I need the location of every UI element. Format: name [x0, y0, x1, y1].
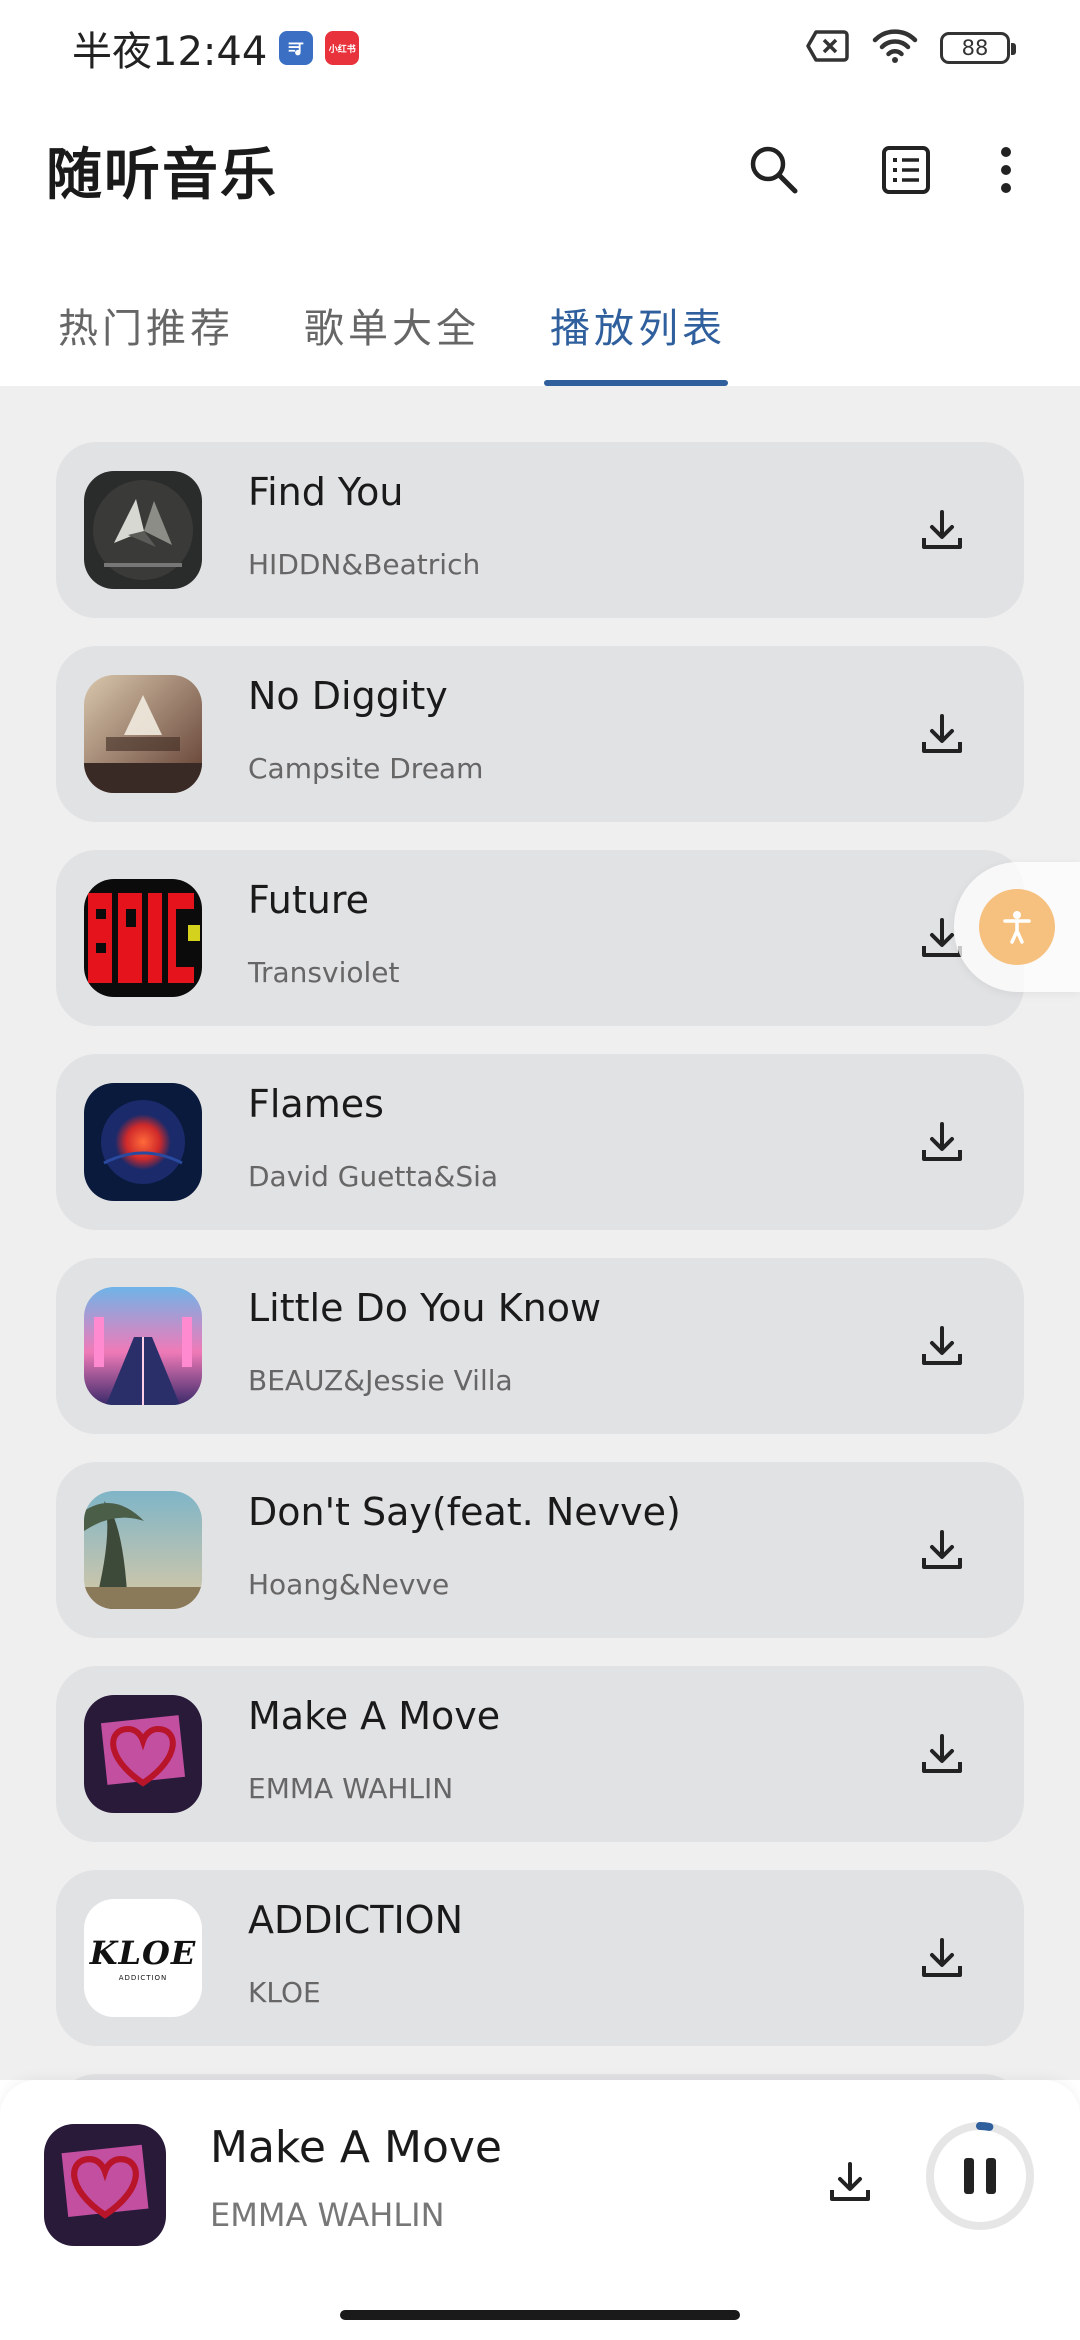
download-icon: [922, 510, 962, 549]
song-item[interactable]: Flames David Guetta&Sia: [56, 1054, 1024, 1230]
download-icon: [922, 1530, 962, 1569]
battery-icon: 88: [940, 32, 1016, 64]
playlist-button[interactable]: [868, 132, 944, 208]
song-artist: Transviolet: [248, 956, 400, 989]
song-artist: BEAUZ&Jessie Villa: [248, 1364, 513, 1397]
no-sim-icon: [806, 29, 850, 67]
song-title: Find You: [248, 470, 404, 514]
album-cover: [84, 1695, 202, 1813]
now-playing-title: Make A Move: [210, 2122, 502, 2173]
search-icon: [750, 146, 798, 194]
song-item[interactable]: No Diggity Campsite Dream: [56, 646, 1024, 822]
accessibility-float-button[interactable]: [954, 862, 1080, 992]
status-time: 半夜12:44: [72, 29, 268, 75]
accessibility-icon: [1003, 911, 1031, 944]
download-button[interactable]: [902, 1102, 982, 1182]
download-icon: [922, 1734, 962, 1773]
song-artist: EMMA WAHLIN: [248, 1772, 454, 1805]
download-button[interactable]: [902, 490, 982, 570]
home-indicator[interactable]: [340, 2310, 740, 2320]
more-vertical-icon: [1001, 147, 1011, 193]
song-artist: David Guetta&Sia: [248, 1160, 499, 1193]
download-icon: [922, 714, 962, 753]
album-cover: KLOE ADDICTION: [84, 1899, 202, 2017]
tab-play-queue[interactable]: 播放列表: [544, 280, 728, 386]
song-item[interactable]: Little Do You Know BEAUZ&Jessie Villa: [56, 1258, 1024, 1434]
download-button[interactable]: [902, 694, 982, 774]
music-notification-icon: [279, 31, 314, 65]
download-button[interactable]: [902, 1918, 982, 1998]
more-options-button[interactable]: [976, 132, 1036, 208]
album-cover: [84, 1491, 202, 1609]
pause-icon: [964, 2158, 996, 2194]
song-item[interactable]: Future Transviolet: [56, 850, 1024, 1026]
now-playing-artist: EMMA WAHLIN: [210, 2196, 445, 2234]
search-button[interactable]: [736, 132, 812, 208]
xiaohongshu-notification-icon: 小红书: [325, 31, 360, 65]
song-title: No Diggity: [248, 674, 448, 718]
download-icon: [922, 1938, 962, 1977]
now-playing-cover[interactable]: [44, 2124, 166, 2246]
mini-player[interactable]: Make A Move EMMA WAHLIN: [0, 2080, 1080, 2340]
list-icon: [882, 146, 930, 194]
cover-logo-text: KLOE: [89, 1934, 197, 1972]
album-cover: [84, 879, 202, 997]
app-header: 随听音乐: [0, 120, 1080, 220]
song-title: Flames: [248, 1082, 384, 1126]
download-button[interactable]: [902, 1714, 982, 1794]
tab-hot-recommend[interactable]: 热门推荐: [58, 280, 234, 386]
tab-bar: 热门推荐 歌单大全 播放列表: [0, 280, 1080, 386]
album-cover: [84, 675, 202, 793]
download-icon: [922, 1122, 962, 1161]
song-list: Find You HIDDN&Beatrich No Diggity Camps…: [0, 386, 1080, 2080]
battery-level: 88: [961, 36, 989, 60]
pause-button[interactable]: [924, 2120, 1036, 2232]
album-cover: [84, 1083, 202, 1201]
song-artist: Hoang&Nevve: [248, 1568, 450, 1601]
album-cover: [84, 471, 202, 589]
song-artist: HIDDN&Beatrich: [248, 548, 481, 581]
cover-subtext: ADDICTION: [118, 1974, 168, 1982]
song-item[interactable]: Find You HIDDN&Beatrich: [56, 442, 1024, 618]
wifi-icon: [872, 28, 918, 68]
song-artist: KLOE: [248, 1976, 321, 2009]
xiaohongshu-label: 小红书: [328, 44, 356, 55]
download-button[interactable]: [902, 1510, 982, 1590]
song-item[interactable]: Make A Move EMMA WAHLIN: [56, 1666, 1024, 1842]
app-title: 随听音乐: [46, 142, 278, 208]
song-item[interactable]: Don't Say(feat. Nevve) Hoang&Nevve: [56, 1462, 1024, 1638]
tab-playlist-collection[interactable]: 歌单大全: [304, 280, 480, 386]
song-title: Little Do You Know: [248, 1286, 602, 1330]
download-button[interactable]: [902, 1306, 982, 1386]
player-download-button[interactable]: [810, 2142, 890, 2222]
song-artist: Campsite Dream: [248, 752, 484, 785]
download-icon: [922, 1326, 962, 1365]
song-title: Don't Say(feat. Nevve): [248, 1490, 681, 1534]
album-cover: [84, 1287, 202, 1405]
song-title: Future: [248, 878, 370, 922]
song-title: ADDICTION: [248, 1898, 464, 1942]
song-item[interactable]: KLOE ADDICTION ADDICTION KLOE: [56, 1870, 1024, 2046]
status-bar: 半夜12:44 小红书 88: [0, 0, 1080, 96]
song-title: Make A Move: [248, 1694, 501, 1738]
download-icon: [830, 2162, 870, 2201]
